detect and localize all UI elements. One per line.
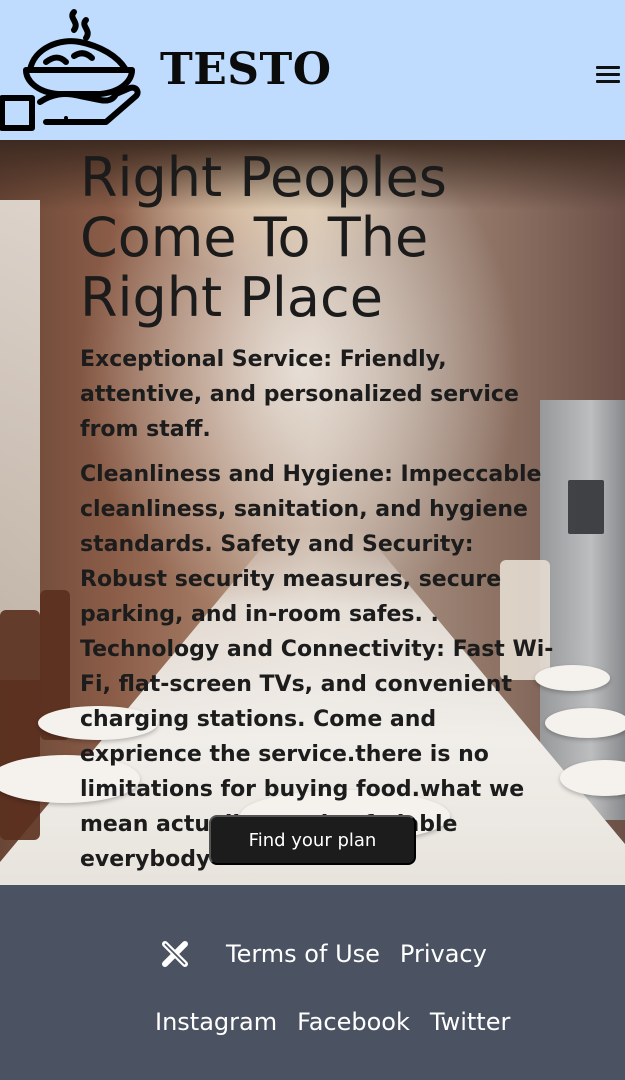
twitter-link[interactable]: Twitter — [430, 1008, 510, 1036]
instagram-link[interactable]: Instagram — [155, 1008, 277, 1036]
facebook-link[interactable]: Facebook — [297, 1008, 410, 1036]
site-footer: Terms of Use Privacy Instagram Facebook … — [0, 885, 625, 1080]
brand-name[interactable]: TESTO — [160, 44, 332, 95]
hero-paragraph-service: Exceptional Service: Friendly, attentive… — [80, 347, 519, 442]
site-header: TESTO — [0, 0, 625, 140]
find-your-plan-button[interactable]: Find your plan — [209, 815, 416, 865]
hamburger-menu-icon[interactable] — [596, 66, 622, 86]
hero-background-wall — [0, 200, 40, 680]
x-logo-icon[interactable] — [162, 941, 188, 967]
terms-of-use-link[interactable]: Terms of Use — [226, 940, 380, 968]
hero-background-chair — [0, 610, 40, 840]
privacy-link[interactable]: Privacy — [400, 940, 487, 968]
hero-paragraph-details: Cleanliness and Hygiene: Impeccable clea… — [80, 462, 554, 872]
footer-links-row-2: Instagram Facebook Twitter — [155, 1008, 530, 1036]
footer-links-row-1: Terms of Use Privacy — [162, 940, 507, 968]
hero-content: Right Peoples Come To The Right Place Ex… — [80, 148, 560, 877]
hero-section: Right Peoples Come To The Right Place Ex… — [0, 140, 625, 885]
serving-dish-hand-icon[interactable] — [0, 6, 142, 134]
hero-title: Right Peoples Come To The Right Place — [80, 146, 447, 329]
